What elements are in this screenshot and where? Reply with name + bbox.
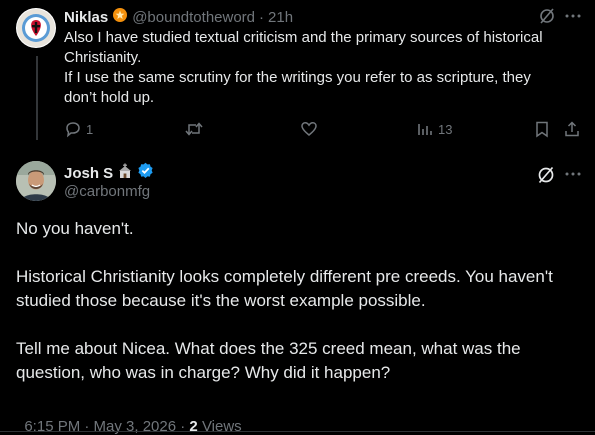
paragraph: Tell me about Nicea. What does the 325 c…: [16, 339, 521, 382]
share-button[interactable]: [563, 120, 581, 138]
post-meta: 6:15 PM · May 3, 2026 · 2 Views: [16, 401, 242, 435]
like-icon: [301, 122, 317, 136]
more-icon[interactable]: [564, 8, 582, 24]
avatar-photo: [16, 161, 56, 201]
text-line: Also I have studied textual criticism an…: [64, 29, 543, 46]
more-icon[interactable]: [564, 166, 582, 182]
thread-line: [36, 56, 38, 140]
views-count: 13: [438, 121, 453, 137]
paragraph: Historical Christianity looks completely…: [16, 267, 553, 310]
text-line: Christianity.: [64, 49, 142, 66]
text-line: If I use the same scrutiny for the writi…: [64, 69, 531, 86]
views-icon: [418, 124, 432, 135]
verified-badge-icon[interactable]: [137, 162, 154, 184]
bookmark-icon: [536, 121, 548, 138]
author-name[interactable]: Josh S: [64, 165, 113, 182]
post-time[interactable]: 21h: [268, 9, 293, 26]
post-text: No you haven't. Historical Christianity …: [16, 217, 581, 385]
retweet-button[interactable]: [184, 120, 204, 138]
reply-button[interactable]: 1: [64, 120, 93, 138]
bookmark-button[interactable]: [533, 120, 551, 138]
niklas-avatar[interactable]: [16, 8, 56, 48]
josh-avatar[interactable]: [16, 161, 56, 201]
text-line: don’t hold up.: [64, 89, 155, 106]
author-handle[interactable]: @carbonmfg: [64, 183, 150, 200]
share-icon: [565, 121, 579, 137]
reply-icon: [66, 122, 80, 138]
parent-text: Also I have studied textual criticism an…: [64, 28, 584, 108]
reply-count: 1: [86, 121, 94, 137]
luther-rose-icon: [17, 9, 55, 47]
separator: ·: [259, 8, 265, 26]
views-count: 2: [189, 418, 198, 435]
parent-header: Niklas @boundtotheword · 21h: [64, 7, 293, 27]
paragraph: No you haven't.: [16, 219, 134, 238]
views-label: Views: [201, 418, 242, 435]
like-button[interactable]: [300, 120, 318, 138]
author-handle[interactable]: @boundtotheword: [132, 9, 255, 26]
post-timestamp[interactable]: 6:15 PM · May 3, 2026 ·: [24, 418, 189, 435]
retweet-icon: [185, 122, 203, 136]
badge-icon: [112, 7, 128, 28]
grok-icon[interactable]: [536, 165, 556, 185]
author-name[interactable]: Niklas: [64, 9, 108, 26]
grok-icon[interactable]: [538, 7, 556, 25]
main-header: Josh S: [64, 162, 154, 184]
views-button[interactable]: 13: [416, 120, 452, 138]
church-emoji-icon: [117, 163, 133, 184]
